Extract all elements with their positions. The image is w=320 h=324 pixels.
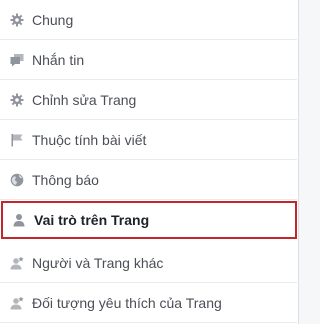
menu-item-label: Thuộc tính bài viết (32, 131, 147, 148)
gear-icon (9, 12, 25, 28)
menu-item-label: Chung (32, 11, 74, 28)
menu-item-page-roles[interactable]: Vai trò trên Trang (1, 201, 297, 239)
menu-item-general[interactable]: Chung (0, 0, 297, 40)
person-star-icon (9, 255, 25, 271)
settings-sidebar-menu: Chung Nhắn tin Chỉnh sửa Trang Thuộc tín… (0, 0, 299, 324)
person-icon (11, 212, 27, 228)
message-icon (9, 52, 25, 68)
menu-item-messaging[interactable]: Nhắn tin (0, 40, 297, 80)
menu-item-label: Nhắn tin (32, 51, 85, 68)
menu-item-preferred-page-audience[interactable]: Đối tượng yêu thích của Trang (0, 283, 297, 323)
menu-item-label: Người và Trang khác (32, 254, 164, 271)
menu-item-people-and-other-pages[interactable]: Người và Trang khác (0, 243, 297, 283)
menu-item-post-attribution[interactable]: Thuộc tính bài viết (0, 120, 297, 160)
menu-item-edit-page[interactable]: Chỉnh sửa Trang (0, 80, 297, 120)
menu-item-label: Chỉnh sửa Trang (32, 91, 137, 108)
person-star-icon (9, 295, 25, 311)
gear-icon (9, 92, 25, 108)
menu-item-label: Vai trò trên Trang (34, 212, 150, 228)
menu-item-label: Đối tượng yêu thích của Trang (32, 294, 222, 311)
menu-item-label: Thông báo (32, 171, 99, 188)
flag-icon (9, 132, 25, 148)
menu-item-notifications[interactable]: Thông báo (0, 160, 297, 200)
globe-icon (9, 172, 25, 188)
